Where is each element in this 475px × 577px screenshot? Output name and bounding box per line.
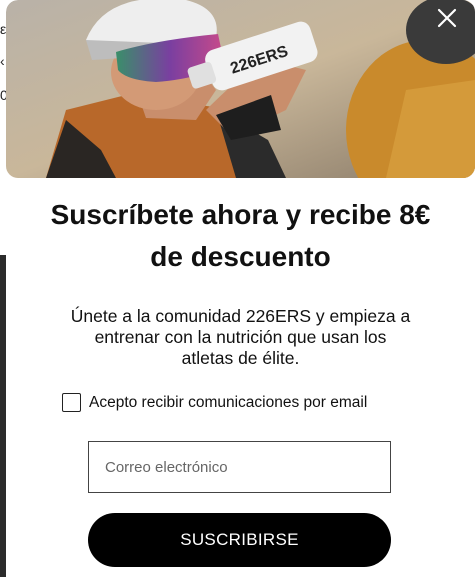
consent-checkbox[interactable] bbox=[62, 393, 81, 412]
close-icon bbox=[437, 8, 457, 28]
modal-title-line-2: de descuento bbox=[150, 241, 331, 272]
consent-row[interactable]: Acepto recibir comunicaciones por email bbox=[62, 393, 367, 412]
close-button[interactable] bbox=[435, 6, 459, 30]
consent-label: Acepto recibir comunicaciones por email bbox=[89, 393, 368, 411]
hero-image: 226ERS bbox=[6, 0, 475, 178]
email-input[interactable] bbox=[88, 441, 391, 493]
modal-title: Suscríbete ahora y recibe 8€ de descuent… bbox=[6, 194, 475, 278]
subscribe-modal: 226ERS Suscríbete ahora y recibe 8€ de d… bbox=[6, 0, 475, 577]
modal-title-line-1: Suscríbete ahora y recibe 8€ bbox=[50, 199, 431, 230]
cyclist-drinking-photo: 226ERS bbox=[6, 0, 475, 178]
subscribe-button[interactable]: SUSCRIBIRSE bbox=[88, 513, 391, 567]
modal-description: Únete a la comunidad 226ERS y empieza a … bbox=[50, 306, 431, 369]
description-line-3: atletas de élite. bbox=[181, 348, 300, 368]
description-line-2: entrenar con la nutrición que usan los bbox=[94, 327, 387, 347]
description-line-1: Únete a la comunidad 226ERS y empieza a bbox=[70, 306, 411, 326]
